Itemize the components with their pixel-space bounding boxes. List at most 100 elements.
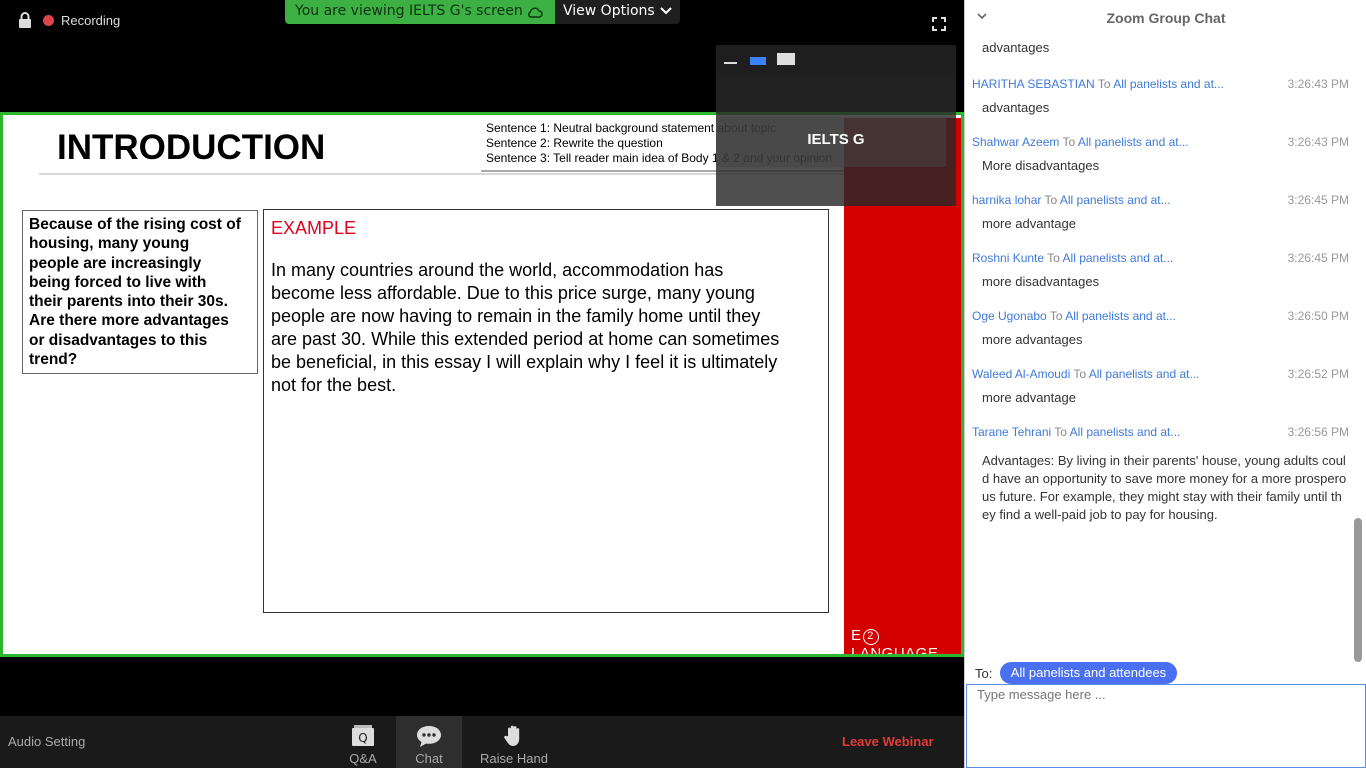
message-meta: Tarane Tehrani To All panelists and at..… <box>965 419 1351 443</box>
chat-message: Tarane Tehrani To All panelists and at..… <box>965 419 1351 524</box>
message-recipient: All panelists and at... <box>1077 135 1189 149</box>
message-to: To <box>1097 77 1111 91</box>
message-to: To <box>1054 425 1067 439</box>
question-line: Because of the rising cost of <box>29 216 241 233</box>
chat-message: Shahwar Azeem To All panelists and at...… <box>965 129 1351 175</box>
message-body: More disadvantages <box>982 158 1100 173</box>
message-input[interactable] <box>966 684 1366 768</box>
raise-hand-button[interactable]: Raise Hand <box>478 716 550 768</box>
bottom-toolbar: Audio Setting Q Q&A Chat Raise Hand Leav… <box>0 716 964 768</box>
chat-scrollbar[interactable] <box>1354 518 1362 662</box>
svg-text:Q: Q <box>358 731 367 745</box>
question-line: Are there more advantages <box>29 312 229 330</box>
message-time: 3:26:56 PM <box>1287 425 1349 439</box>
message-sender[interactable]: Roshni Kunte <box>972 251 1044 265</box>
e2-language-logo: E 2LANGUAGE <box>851 627 939 657</box>
chat-message: harnika lohar To All panelists and at...… <box>965 187 1351 233</box>
example-line: people are now having to remain in the f… <box>271 306 761 326</box>
zoom-webinar-window: Recording You are viewing IELTS G's scre… <box>0 0 1366 768</box>
message-meta: HARITHA SEBASTIAN To All panelists and a… <box>965 71 1351 95</box>
message-body: more advantage <box>982 390 1076 405</box>
view-options-label: View Options <box>563 3 655 19</box>
lock-icon[interactable] <box>18 12 32 28</box>
cloud-icon <box>528 7 543 18</box>
message-to: To <box>1049 309 1063 323</box>
audio-setting-button[interactable]: Audio Setting <box>8 734 85 749</box>
message-body: advantages <box>982 40 1050 55</box>
message-sender[interactable]: Shahwar Azeem <box>972 135 1059 149</box>
question-line: people are increasingly <box>29 254 202 272</box>
message-meta: Oge Ugonabo To All panelists and at... 3… <box>965 303 1351 327</box>
message-time: 3:26:45 PM <box>1287 251 1349 265</box>
floating-video-panel[interactable]: IELTS G <box>716 45 956 206</box>
message-to: To <box>1047 251 1060 265</box>
message-list[interactable]: advantages HARITHA SEBASTIAN To All pane… <box>965 36 1351 656</box>
message-recipient: All panelists and at... <box>1088 367 1200 381</box>
message-meta: Roshni Kunte To All panelists and at... … <box>965 245 1351 269</box>
example-line: are past 30. While this extended period … <box>271 329 780 349</box>
recipient-selector[interactable]: All panelists and attendees <box>1000 662 1177 684</box>
minimize-icon[interactable] <box>724 62 737 64</box>
view-options-button[interactable]: View Options <box>555 0 680 24</box>
message-sender[interactable]: Oge Ugonabo <box>972 309 1047 323</box>
example-line: In many countries around the world, acco… <box>271 260 724 280</box>
message-to: To <box>1044 193 1058 207</box>
fullscreen-icon[interactable] <box>932 17 946 31</box>
chat-message: Roshni Kunte To All panelists and at... … <box>965 245 1351 291</box>
message-recipient: All panelists and at... <box>1059 193 1171 207</box>
example-line: not for the best. <box>271 375 397 395</box>
example-box: EXAMPLE In many countries around the wor… <box>263 209 829 613</box>
message-body: more advantage <box>982 216 1076 231</box>
chat-label: Chat <box>415 751 443 766</box>
chevron-down-icon <box>660 7 672 15</box>
chat-button[interactable]: Chat <box>396 716 462 768</box>
single-speaker-view-icon[interactable] <box>750 57 766 65</box>
message-sender[interactable]: HARITHA SEBASTIAN <box>972 77 1095 91</box>
to-label: To: <box>975 666 993 681</box>
message-time: 3:26:50 PM <box>1287 309 1349 323</box>
message-meta: harnika lohar To All panelists and at...… <box>965 187 1351 211</box>
chat-title: Zoom Group Chat <box>1106 10 1226 26</box>
chat-message: HARITHA SEBASTIAN To All panelists and a… <box>965 71 1351 117</box>
recording-dot-icon <box>43 15 54 26</box>
question-line: being forced to live with <box>29 273 207 291</box>
qa-icon: Q <box>352 725 374 746</box>
viewing-screen-text: You are viewing IELTS G's screen <box>295 3 523 19</box>
example-title: EXAMPLE <box>271 218 357 238</box>
video-panel-header <box>716 45 956 73</box>
chat-icon <box>417 726 441 747</box>
question-line: or disadvantages to this <box>29 331 208 349</box>
meeting-area: Recording You are viewing IELTS G's scre… <box>0 0 964 768</box>
example-line: become less affordable. Due to this pric… <box>271 283 755 303</box>
message-sender[interactable]: Tarane Tehrani <box>972 425 1051 439</box>
essay-question-box: Because of the rising cost of housing, m… <box>22 210 258 374</box>
message-sender[interactable]: harnika lohar <box>972 193 1041 207</box>
message-sender[interactable]: Waleed Al-Amoudi <box>972 367 1070 381</box>
message-meta: Waleed Al-Amoudi To All panelists and at… <box>965 361 1351 385</box>
example-text: In many countries around the world, acco… <box>271 259 821 397</box>
viewing-screen-banner: You are viewing IELTS G's screen <box>285 0 555 24</box>
gallery-view-icon[interactable] <box>777 53 795 65</box>
participant-name: IELTS G <box>807 131 865 148</box>
raise-hand-label: Raise Hand <box>480 751 548 766</box>
chat-message: advantages <box>965 36 1351 59</box>
message-recipient: All panelists and at... <box>1065 309 1176 323</box>
chat-panel: Zoom Group Chat advantages HARITHA SEBAS… <box>964 0 1366 768</box>
example-line: be beneficial, in this essay I will expl… <box>271 352 778 372</box>
chat-message: Oge Ugonabo To All panelists and at... 3… <box>965 303 1351 349</box>
message-body: Advantages: By living in their parents' … <box>982 453 1347 522</box>
message-time: 3:26:52 PM <box>1287 367 1349 381</box>
message-recipient: All panelists and at... <box>1113 77 1224 91</box>
question-line: housing, many young <box>29 235 190 253</box>
recording-label: Recording <box>61 13 121 28</box>
message-time: 3:26:43 PM <box>1287 135 1349 149</box>
leave-webinar-button[interactable]: Leave Webinar <box>842 734 934 749</box>
question-line: their parents into their 30s. <box>29 293 228 311</box>
chat-message: Waleed Al-Amoudi To All panelists and at… <box>965 361 1351 407</box>
message-body: more disadvantages <box>982 274 1100 289</box>
message-recipient: All panelists and at... <box>1069 425 1181 439</box>
qa-button[interactable]: Q Q&A <box>330 716 396 768</box>
message-body: more advantages <box>982 332 1083 347</box>
chat-header: Zoom Group Chat <box>965 0 1366 36</box>
message-to: To <box>1073 367 1087 381</box>
